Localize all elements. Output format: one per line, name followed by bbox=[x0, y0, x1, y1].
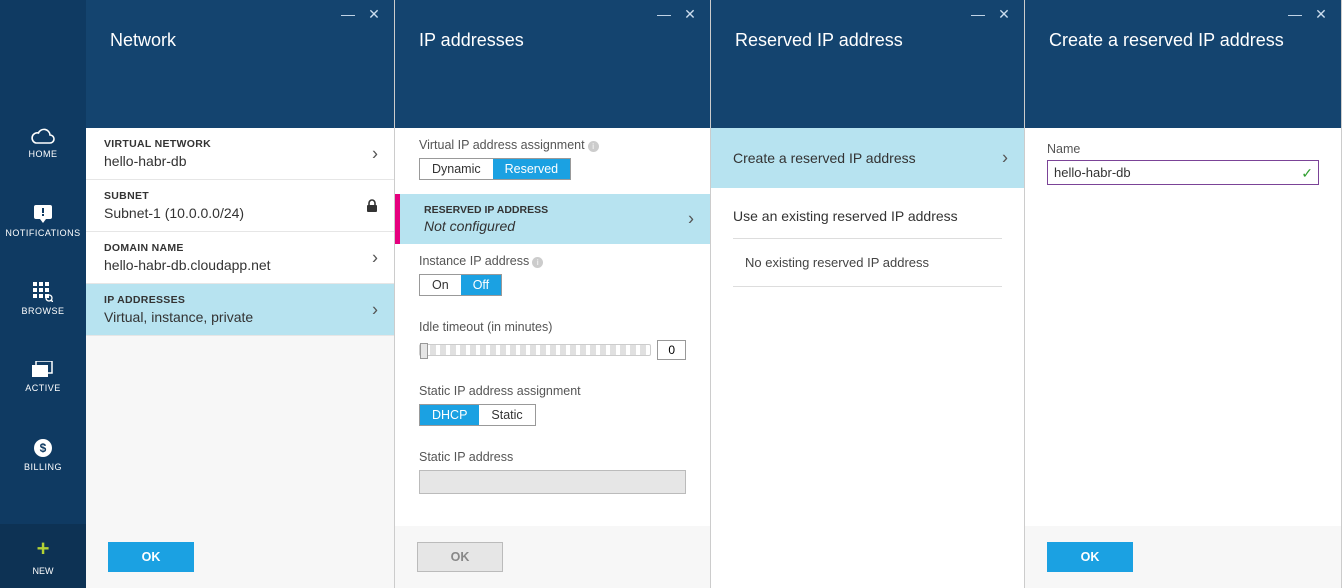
sidebar-item-active[interactable]: ACTIVE bbox=[0, 338, 86, 416]
row-ip-addresses[interactable]: IP ADDRESSES Virtual, instance, private … bbox=[86, 284, 394, 336]
row-value: Not configured bbox=[424, 218, 692, 234]
static-ip-input bbox=[419, 470, 686, 494]
svg-text:$: $ bbox=[40, 441, 47, 455]
instance-ip-toggle: On Off bbox=[419, 274, 502, 296]
windows-icon bbox=[32, 361, 54, 379]
blade-header: — ✕ IP addresses bbox=[395, 0, 710, 128]
blade-footer: OK bbox=[1025, 526, 1341, 588]
row-label: DOMAIN NAME bbox=[104, 242, 376, 254]
row-value: hello-habr-db bbox=[104, 153, 376, 169]
blade-footer: OK bbox=[395, 526, 710, 588]
divider bbox=[733, 286, 1002, 287]
chevron-right-icon: › bbox=[1002, 148, 1008, 169]
sidebar-item-home[interactable]: HOME bbox=[0, 104, 86, 182]
idle-timeout-label: Idle timeout (in minutes) bbox=[419, 320, 686, 334]
row-label: VIRTUAL NETWORK bbox=[104, 138, 376, 150]
row-text: Create a reserved IP address bbox=[733, 150, 916, 166]
blade-reserved-ip: — ✕ Reserved IP address Create a reserve… bbox=[711, 0, 1025, 588]
blade-body: Virtual IP address assignmenti Dynamic R… bbox=[395, 128, 710, 526]
sidebar-item-label: BILLING bbox=[24, 462, 62, 472]
ok-button[interactable]: OK bbox=[1047, 542, 1133, 572]
lock-icon bbox=[366, 199, 378, 213]
row-value: Subnet-1 (10.0.0.0/24) bbox=[104, 205, 376, 221]
sidebar-item-label: NEW bbox=[33, 566, 54, 576]
blade-create-reserved-ip: — ✕ Create a reserved IP address Name ✓ … bbox=[1025, 0, 1342, 588]
sidebar-item-notifications[interactable]: NOTIFICATIONS bbox=[0, 182, 86, 260]
static-assign-toggle: DHCP Static bbox=[419, 404, 536, 426]
blade-network: — ✕ Network VIRTUAL NETWORK hello-habr-d… bbox=[86, 0, 395, 588]
minimize-icon[interactable]: — bbox=[654, 6, 674, 23]
toggle-dynamic[interactable]: Dynamic bbox=[420, 159, 493, 179]
chevron-right-icon: › bbox=[372, 247, 378, 268]
sidebar-item-label: BROWSE bbox=[21, 306, 64, 316]
row-label: SUBNET bbox=[104, 190, 376, 202]
blade-body: Create a reserved IP address › Use an ex… bbox=[711, 128, 1024, 588]
toggle-dhcp[interactable]: DHCP bbox=[420, 405, 479, 425]
close-icon[interactable]: ✕ bbox=[680, 6, 700, 23]
grid-icon bbox=[33, 282, 53, 302]
name-field-label: Name bbox=[1047, 142, 1319, 156]
minimize-icon[interactable]: — bbox=[1285, 6, 1305, 23]
slider-thumb[interactable] bbox=[420, 343, 428, 359]
blade-footer: OK bbox=[86, 526, 394, 588]
idle-timeout-value: 0 bbox=[657, 340, 686, 360]
blade-header: — ✕ Reserved IP address bbox=[711, 0, 1024, 128]
instance-ip-label: Instance IP addressi bbox=[419, 254, 686, 268]
chevron-right-icon: › bbox=[372, 143, 378, 164]
sidebar-item-billing[interactable]: $ BILLING bbox=[0, 416, 86, 494]
toggle-static[interactable]: Static bbox=[479, 405, 534, 425]
blade-header: — ✕ Create a reserved IP address bbox=[1025, 0, 1341, 128]
blade-ip-addresses: — ✕ IP addresses Virtual IP address assi… bbox=[395, 0, 711, 588]
notification-icon bbox=[32, 204, 54, 224]
chevron-right-icon: › bbox=[372, 299, 378, 320]
empty-state-text: No existing reserved IP address bbox=[711, 243, 1024, 282]
minimize-icon[interactable]: — bbox=[338, 6, 358, 23]
row-reserved-ip[interactable]: RESERVED IP ADDRESS Not configured › bbox=[395, 194, 710, 244]
sidebar-item-label: NOTIFICATIONS bbox=[5, 228, 80, 238]
close-icon[interactable]: ✕ bbox=[994, 6, 1014, 23]
sidebar-item-browse[interactable]: BROWSE bbox=[0, 260, 86, 338]
toggle-reserved[interactable]: Reserved bbox=[493, 159, 571, 179]
ok-button[interactable]: OK bbox=[108, 542, 194, 572]
row-label: RESERVED IP ADDRESS bbox=[424, 204, 692, 216]
blades-container: — ✕ Network VIRTUAL NETWORK hello-habr-d… bbox=[86, 0, 1342, 588]
sidebar: HOME NOTIFICATIONS BROWSE ACTIVE $ BILLI… bbox=[0, 0, 86, 588]
idle-timeout-slider[interactable] bbox=[419, 344, 651, 356]
name-input[interactable] bbox=[1047, 160, 1319, 185]
chevron-right-icon: › bbox=[688, 209, 694, 230]
sidebar-item-label: ACTIVE bbox=[25, 383, 61, 393]
row-value: hello-habr-db.cloudapp.net bbox=[104, 257, 376, 273]
divider bbox=[733, 238, 1002, 239]
toggle-on[interactable]: On bbox=[420, 275, 461, 295]
row-virtual-network[interactable]: VIRTUAL NETWORK hello-habr-db › bbox=[86, 128, 394, 180]
close-icon[interactable]: ✕ bbox=[1311, 6, 1331, 23]
blade-body: Name ✓ bbox=[1025, 128, 1341, 526]
vip-toggle: Dynamic Reserved bbox=[419, 158, 571, 180]
use-existing-label: Use an existing reserved IP address bbox=[711, 188, 1024, 234]
vip-assignment-label: Virtual IP address assignmenti bbox=[419, 138, 686, 152]
ok-button[interactable]: OK bbox=[417, 542, 503, 572]
row-create-reserved-ip[interactable]: Create a reserved IP address › bbox=[711, 128, 1024, 188]
cloud-icon bbox=[30, 127, 56, 145]
close-icon[interactable]: ✕ bbox=[364, 6, 384, 23]
blade-body: VIRTUAL NETWORK hello-habr-db › SUBNET S… bbox=[86, 128, 394, 526]
row-value: Virtual, instance, private bbox=[104, 309, 376, 325]
minimize-icon[interactable]: — bbox=[968, 6, 988, 23]
static-assign-label: Static IP address assignment bbox=[419, 384, 686, 398]
check-icon: ✓ bbox=[1301, 165, 1313, 182]
info-icon[interactable]: i bbox=[532, 257, 543, 268]
dollar-icon: $ bbox=[33, 438, 53, 458]
static-ip-label: Static IP address bbox=[419, 450, 686, 464]
row-label: IP ADDRESSES bbox=[104, 294, 376, 306]
toggle-off[interactable]: Off bbox=[461, 275, 501, 295]
row-subnet[interactable]: SUBNET Subnet-1 (10.0.0.0/24) bbox=[86, 180, 394, 232]
blade-header: — ✕ Network bbox=[86, 0, 394, 128]
sidebar-item-label: HOME bbox=[29, 149, 58, 159]
sidebar-item-new[interactable]: + NEW bbox=[0, 524, 86, 588]
row-domain-name[interactable]: DOMAIN NAME hello-habr-db.cloudapp.net › bbox=[86, 232, 394, 284]
plus-icon: + bbox=[37, 536, 50, 562]
info-icon[interactable]: i bbox=[588, 141, 599, 152]
